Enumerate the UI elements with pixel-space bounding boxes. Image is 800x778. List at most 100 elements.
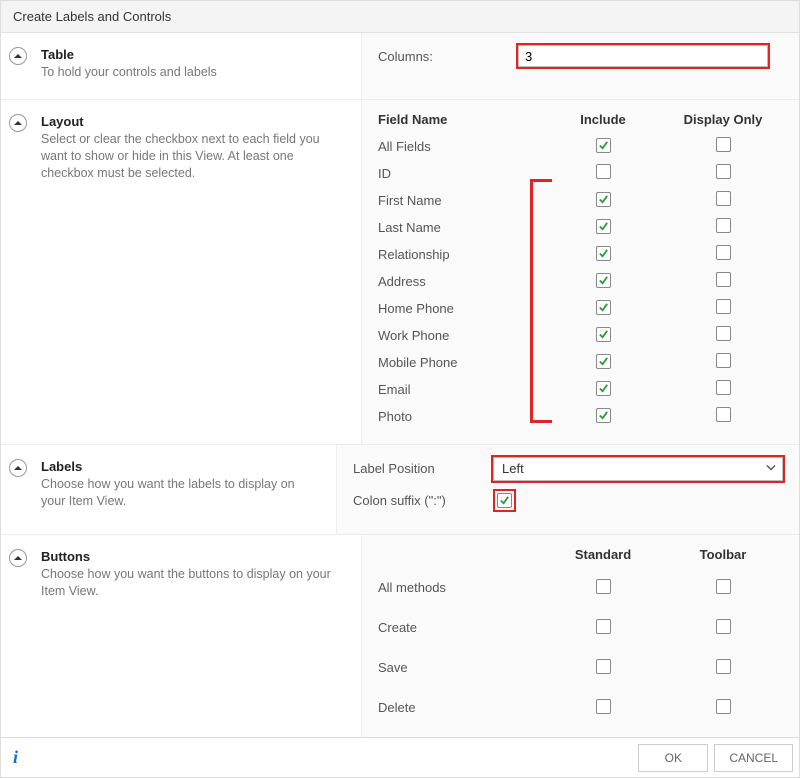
method-row: Save — [378, 648, 783, 688]
label-position-select[interactable]: Left — [493, 457, 783, 481]
fields-header: Field Name Include Display Only — [378, 112, 783, 127]
colon-suffix-label: Colon suffix (":") — [353, 493, 493, 508]
collapse-toggle-layout[interactable] — [9, 114, 27, 132]
dialog-title: Create Labels and Controls — [1, 1, 799, 33]
method-row: Delete — [378, 688, 783, 728]
field-row: ID — [378, 160, 783, 187]
section-labels: Labels Choose how you want the labels to… — [1, 444, 799, 534]
header-display-only: Display Only — [663, 112, 783, 127]
methods-header: Standard Toolbar — [378, 547, 783, 562]
colon-suffix-checkbox[interactable] — [497, 493, 512, 508]
toolbar-checkbox[interactable] — [716, 579, 731, 594]
field-name: Relationship — [378, 247, 543, 262]
field-row: Email — [378, 376, 783, 403]
include-checkbox[interactable] — [596, 408, 611, 423]
display-only-checkbox[interactable] — [716, 380, 731, 395]
display-only-checkbox[interactable] — [716, 191, 731, 206]
columns-input[interactable] — [518, 45, 768, 67]
display-only-checkbox[interactable] — [716, 326, 731, 341]
section-table: Table To hold your controls and labels C… — [1, 33, 799, 99]
include-checkbox[interactable] — [596, 327, 611, 342]
field-name: Work Phone — [378, 328, 543, 343]
field-name: Home Phone — [378, 301, 543, 316]
display-only-checkbox[interactable] — [716, 218, 731, 233]
include-checkbox[interactable] — [596, 354, 611, 369]
field-row: Work Phone — [378, 322, 783, 349]
dialog-content: Table To hold your controls and labels C… — [1, 33, 799, 777]
ok-button[interactable]: OK — [638, 744, 708, 772]
field-row: Home Phone — [378, 295, 783, 322]
standard-checkbox[interactable] — [596, 699, 611, 714]
display-only-checkbox[interactable] — [716, 299, 731, 314]
header-toolbar: Toolbar — [663, 547, 783, 562]
standard-checkbox[interactable] — [596, 659, 611, 674]
field-name: Address — [378, 274, 543, 289]
display-only-checkbox[interactable] — [716, 407, 731, 422]
include-checkbox[interactable] — [596, 192, 611, 207]
header-include: Include — [543, 112, 663, 127]
include-checkbox[interactable] — [596, 300, 611, 315]
header-blank — [378, 547, 543, 562]
standard-checkbox[interactable] — [596, 579, 611, 594]
field-name: Last Name — [378, 220, 543, 235]
display-only-checkbox[interactable] — [716, 353, 731, 368]
section-desc: Choose how you want the buttons to displ… — [41, 566, 345, 600]
header-field-name: Field Name — [378, 112, 543, 127]
field-name: Mobile Phone — [378, 355, 543, 370]
columns-label: Columns: — [378, 49, 518, 64]
collapse-toggle-table[interactable] — [9, 47, 27, 65]
include-checkbox[interactable] — [596, 219, 611, 234]
method-name: All methods — [378, 580, 543, 595]
field-row: Mobile Phone — [378, 349, 783, 376]
field-row: Last Name — [378, 214, 783, 241]
header-standard: Standard — [543, 547, 663, 562]
display-only-checkbox[interactable] — [716, 137, 731, 152]
toolbar-checkbox[interactable] — [716, 659, 731, 674]
info-icon[interactable]: i — [13, 747, 18, 768]
field-name: First Name — [378, 193, 543, 208]
fields-table: Field Name Include Display Only All Fiel… — [378, 112, 783, 430]
dialog-footer: i OK CANCEL — [1, 737, 799, 777]
section-title: Table — [41, 47, 345, 62]
label-position-label: Label Position — [353, 461, 493, 476]
method-row: All methods — [378, 568, 783, 608]
toolbar-checkbox[interactable] — [716, 619, 731, 634]
collapse-toggle-labels[interactable] — [9, 459, 27, 477]
display-only-checkbox[interactable] — [716, 272, 731, 287]
field-row: First Name — [378, 187, 783, 214]
section-desc: To hold your controls and labels — [41, 64, 345, 81]
include-checkbox[interactable] — [596, 138, 611, 153]
include-checkbox[interactable] — [596, 164, 611, 179]
section-title: Labels — [41, 459, 320, 474]
chevron-down-icon — [765, 461, 777, 476]
method-name: Save — [378, 660, 543, 675]
display-only-checkbox[interactable] — [716, 164, 731, 179]
cancel-button[interactable]: CANCEL — [714, 744, 793, 772]
method-name: Create — [378, 620, 543, 635]
field-row: Relationship — [378, 241, 783, 268]
field-row: Photo — [378, 403, 783, 430]
display-only-checkbox[interactable] — [716, 245, 731, 260]
method-name: Delete — [378, 700, 543, 715]
section-desc: Choose how you want the labels to displa… — [41, 476, 320, 510]
collapse-toggle-buttons[interactable] — [9, 549, 27, 567]
section-desc: Select or clear the checkbox next to eac… — [41, 131, 345, 182]
field-name: Photo — [378, 409, 543, 424]
include-checkbox[interactable] — [596, 381, 611, 396]
section-title: Buttons — [41, 549, 345, 564]
standard-checkbox[interactable] — [596, 619, 611, 634]
field-row: Address — [378, 268, 783, 295]
field-name: All Fields — [378, 139, 543, 154]
method-row: Create — [378, 608, 783, 648]
dialog-window: Create Labels and Controls Table To hold… — [0, 0, 800, 778]
field-name: Email — [378, 382, 543, 397]
label-position-value: Left — [502, 461, 524, 476]
methods-table: Standard Toolbar All methods Create Save De… — [378, 547, 783, 768]
section-title: Layout — [41, 114, 345, 129]
include-checkbox[interactable] — [596, 246, 611, 261]
toolbar-checkbox[interactable] — [716, 699, 731, 714]
section-layout: Layout Select or clear the checkbox next… — [1, 99, 799, 444]
include-checkbox[interactable] — [596, 273, 611, 288]
field-row: All Fields — [378, 133, 783, 160]
field-name: ID — [378, 166, 543, 181]
